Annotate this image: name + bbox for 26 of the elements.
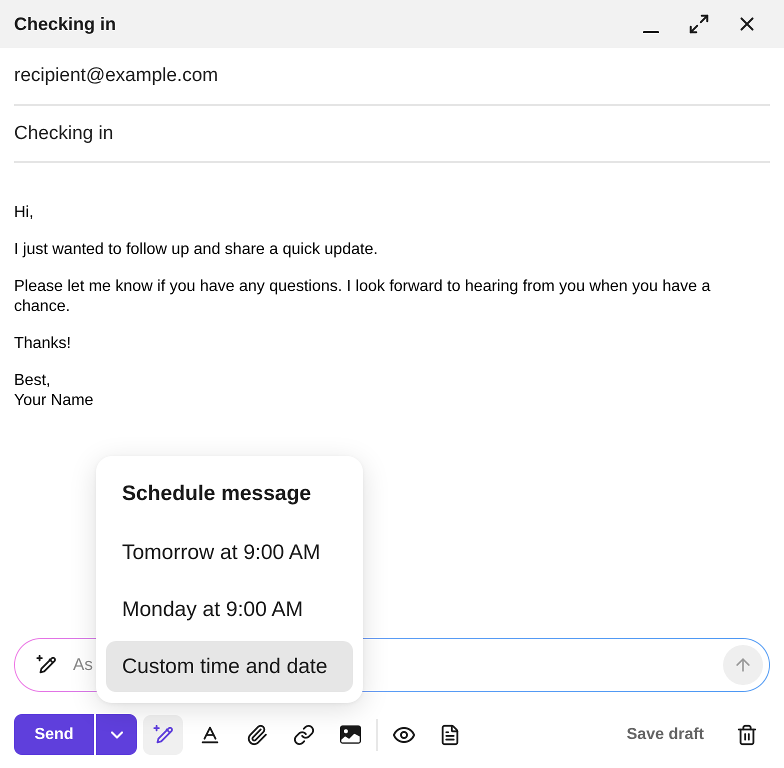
message-paragraph: Please let me know if you have any questions. I look forward to hearing from you when you have a chance. [14,277,712,317]
submit-prompt-button[interactable] [723,645,763,685]
trash-icon[interactable] [736,724,758,746]
paperclip-icon[interactable] [246,724,268,746]
sparkle-pencil-icon [35,654,57,676]
window-title: Checking in [14,14,116,34]
link-icon[interactable] [293,724,315,746]
minimize-icon[interactable] [643,30,659,34]
message-paragraph: I just wanted to follow up and share a quick update. [14,240,379,260]
message-paragraph: Thanks! [14,334,72,354]
menu-item[interactable]: Monday at 9:00 AM [106,584,353,635]
image-icon[interactable] [340,724,361,745]
send-options-button[interactable] [96,714,137,755]
send-button[interactable]: Send [14,714,94,755]
menu-item[interactable]: Tomorrow at 9:00 AM [106,527,353,578]
expand-icon[interactable] [688,13,710,35]
menu-title: Schedule message [121,481,312,507]
ai-assist-button[interactable] [143,714,183,754]
message-paragraph: Best, Your Name [14,371,94,411]
sparkle-pencil-icon [152,724,174,746]
recipient-field[interactable]: recipient@example.com [14,48,770,106]
save-draft-button[interactable]: Save draft [626,726,704,744]
message-paragraph: Hi, [14,203,35,223]
menu-item[interactable]: Custom time and date [106,641,353,692]
document-icon[interactable] [439,724,461,746]
subject-field[interactable]: Checking in [14,106,770,163]
